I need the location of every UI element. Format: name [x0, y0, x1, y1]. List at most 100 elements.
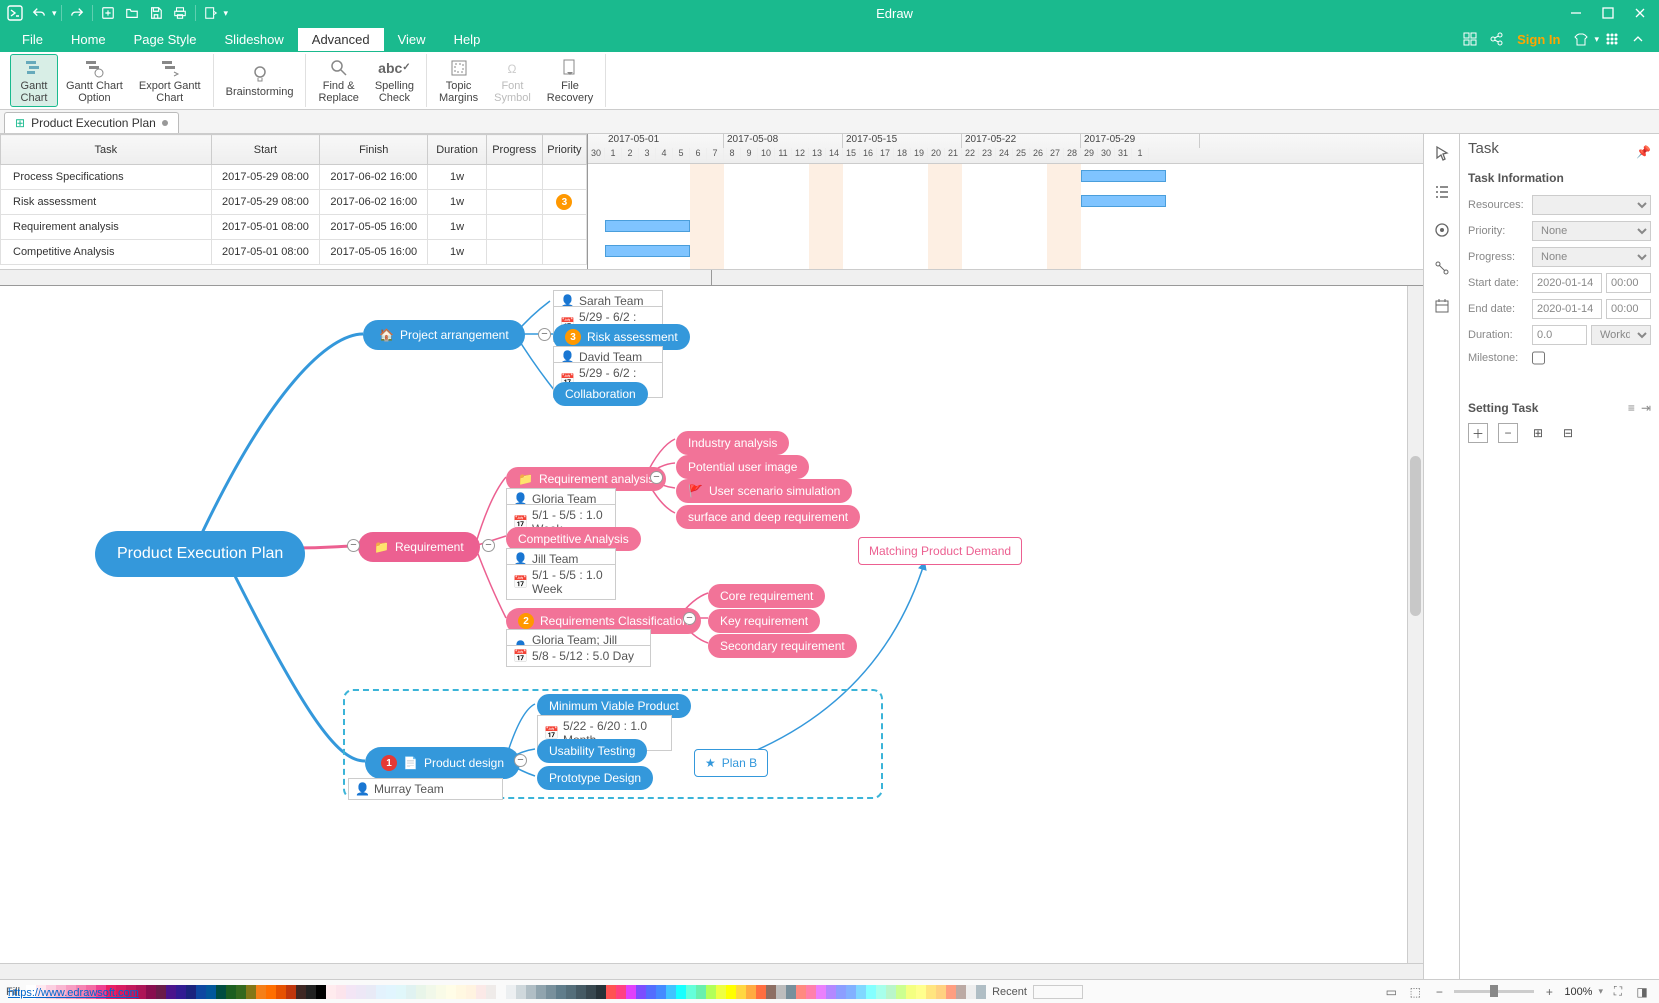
tool-target-icon[interactable]	[1430, 218, 1454, 242]
app-icon[interactable]	[4, 2, 26, 24]
color-swatch[interactable]	[616, 985, 626, 999]
new-button[interactable]	[97, 2, 119, 24]
color-swatch[interactable]	[276, 985, 286, 999]
color-swatch[interactable]	[676, 985, 686, 999]
page-icon[interactable]: ▭	[1382, 983, 1400, 1001]
node-requirement[interactable]: 📁 Requirement	[358, 532, 480, 562]
end-time-input[interactable]	[1606, 299, 1651, 319]
col-start[interactable]: Start	[211, 135, 319, 165]
add-task-button[interactable]: ＋	[1468, 423, 1488, 443]
remove-task-button[interactable]: −	[1498, 423, 1518, 443]
collapse-icon[interactable]: −	[347, 539, 360, 552]
color-swatch[interactable]	[896, 985, 906, 999]
node-sub[interactable]: Core requirement	[708, 584, 825, 608]
node-design[interactable]: 1 📄 Product design	[365, 747, 520, 779]
collapse-ribbon-icon[interactable]	[1627, 28, 1649, 50]
spelling-check-button[interactable]: abc✓Spelling Check	[367, 54, 422, 107]
collapse-icon[interactable]: −	[538, 328, 551, 341]
root-node[interactable]: Product Execution Plan	[95, 531, 305, 577]
maximize-button[interactable]	[1593, 2, 1623, 24]
export-button[interactable]	[200, 2, 222, 24]
color-swatch[interactable]	[256, 985, 266, 999]
fullscreen-icon[interactable]: ⛶	[1609, 983, 1627, 1001]
color-swatch[interactable]	[296, 985, 306, 999]
node-collab[interactable]: Collaboration	[553, 382, 648, 406]
save-button[interactable]	[145, 2, 167, 24]
color-swatch[interactable]	[346, 985, 356, 999]
recent-colors[interactable]	[1033, 985, 1083, 999]
color-swatch[interactable]	[956, 985, 966, 999]
share-icon[interactable]	[1485, 28, 1507, 50]
menu-help[interactable]: Help	[440, 28, 495, 51]
zoom-slider[interactable]	[1454, 990, 1534, 993]
duration-input[interactable]	[1532, 325, 1587, 345]
redo-button[interactable]	[66, 2, 88, 24]
close-button[interactable]	[1625, 2, 1655, 24]
color-swatch[interactable]	[496, 985, 506, 999]
gantt-chart-option-button[interactable]: Gantt Chart Option	[58, 54, 131, 107]
node-sub[interactable]: Industry analysis	[676, 431, 789, 455]
color-swatch[interactable]	[816, 985, 826, 999]
start-time-input[interactable]	[1606, 273, 1651, 293]
color-swatch[interactable]	[626, 985, 636, 999]
color-swatch[interactable]	[206, 985, 216, 999]
node-sub[interactable]: 🚩User scenario simulation	[676, 479, 852, 503]
color-swatch[interactable]	[966, 985, 976, 999]
menu-view[interactable]: View	[384, 28, 440, 51]
color-swatch[interactable]	[336, 985, 346, 999]
gantt-chart-button[interactable]: Gantt Chart	[10, 54, 58, 107]
color-swatch[interactable]	[646, 985, 656, 999]
color-swatch[interactable]	[456, 985, 466, 999]
color-swatch[interactable]	[576, 985, 586, 999]
node-planb[interactable]: ★Plan B	[694, 749, 768, 777]
color-swatch[interactable]	[236, 985, 246, 999]
resources-select[interactable]	[1532, 195, 1651, 215]
color-swatch[interactable]	[666, 985, 676, 999]
table-row[interactable]: Competitive Analysis2017-05-01 08:002017…	[1, 240, 587, 265]
color-swatch[interactable]	[326, 985, 336, 999]
color-swatch[interactable]	[866, 985, 876, 999]
color-swatch[interactable]	[916, 985, 926, 999]
topic-margins-button[interactable]: Topic Margins	[431, 54, 486, 107]
tool-calendar-icon[interactable]	[1430, 294, 1454, 318]
collapse-icon[interactable]: −	[482, 539, 495, 552]
minimize-button[interactable]	[1561, 2, 1591, 24]
menu-slideshow[interactable]: Slideshow	[211, 28, 298, 51]
color-swatch[interactable]	[656, 985, 666, 999]
node-sub[interactable]: Secondary requirement	[708, 634, 857, 658]
panel-toggle-icon[interactable]: ◨	[1633, 983, 1651, 1001]
color-swatch[interactable]	[566, 985, 576, 999]
gantt-timeline[interactable]: 2017-05-012017-05-082017-05-152017-05-22…	[588, 134, 1423, 269]
color-swatch[interactable]	[476, 985, 486, 999]
color-swatch[interactable]	[426, 985, 436, 999]
node-info[interactable]: 📅5/8 - 5/12 : 5.0 Day	[506, 645, 651, 667]
color-swatch[interactable]	[356, 985, 366, 999]
color-swatch[interactable]	[316, 985, 326, 999]
color-swatch[interactable]	[826, 985, 836, 999]
color-swatch[interactable]	[526, 985, 536, 999]
footer-url[interactable]: https://www.edrawsoft.com	[8, 987, 139, 999]
milestone-checkbox[interactable]	[1532, 351, 1545, 365]
table-row[interactable]: Process Specifications2017-05-29 08:0020…	[1, 165, 587, 190]
color-swatch[interactable]	[146, 985, 156, 999]
node-info[interactable]: 📅5/1 - 5/5 : 1.0 Week	[506, 564, 616, 600]
color-swatch[interactable]	[836, 985, 846, 999]
tshirt-icon[interactable]	[1570, 28, 1592, 50]
tool-cursor-icon[interactable]	[1430, 142, 1454, 166]
color-swatch[interactable]	[156, 985, 166, 999]
color-swatch[interactable]	[696, 985, 706, 999]
document-tab[interactable]: ⊞ Product Execution Plan	[4, 112, 179, 133]
end-date-input[interactable]	[1532, 299, 1602, 319]
list-icon[interactable]: ≡	[1628, 401, 1635, 415]
color-swatch[interactable]	[856, 985, 866, 999]
start-date-input[interactable]	[1532, 273, 1602, 293]
tool-list-icon[interactable]	[1430, 180, 1454, 204]
layout-icon[interactable]	[1459, 28, 1481, 50]
undo-button[interactable]	[28, 2, 50, 24]
node-matching[interactable]: Matching Product Demand	[858, 537, 1022, 565]
sign-in-button[interactable]: Sign In	[1509, 32, 1568, 47]
color-swatch[interactable]	[506, 985, 516, 999]
duration-unit-select[interactable]: Workday	[1591, 325, 1651, 345]
progress-select[interactable]: None	[1532, 247, 1651, 267]
color-swatch[interactable]	[376, 985, 386, 999]
